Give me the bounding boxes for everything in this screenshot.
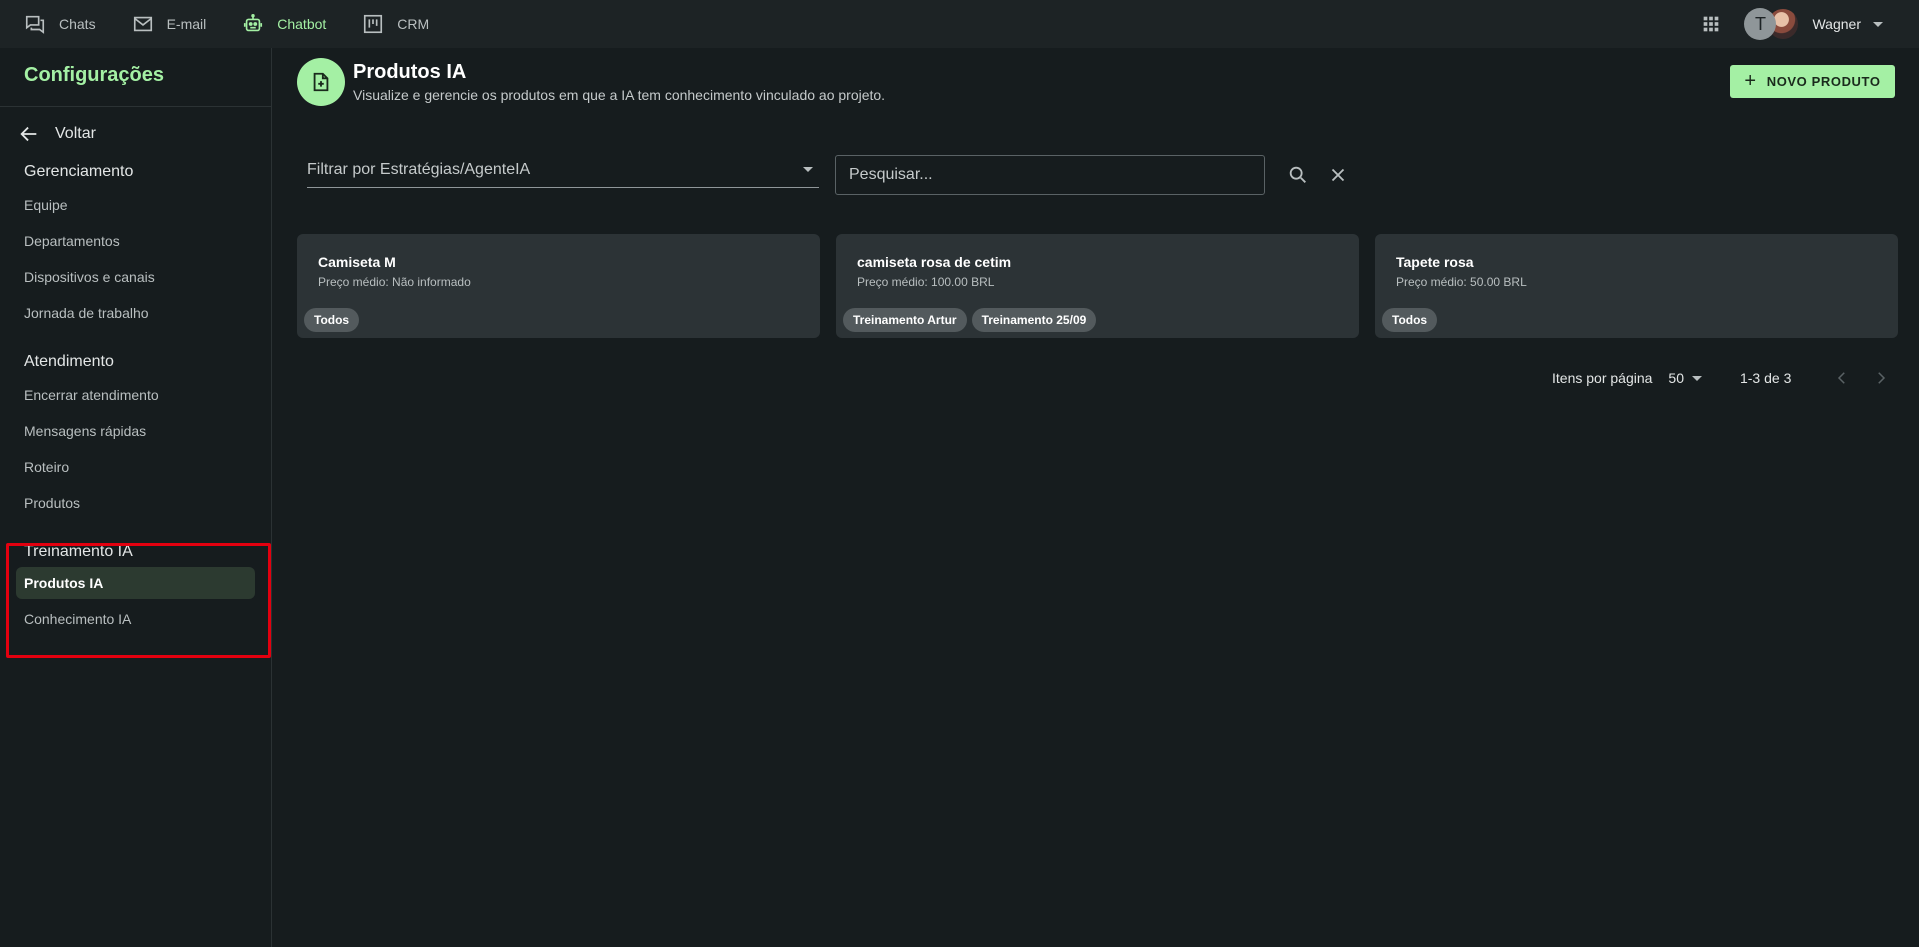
search-icon: [1289, 166, 1306, 183]
main-content: Produtos IA Visualize e gerencie os prod…: [272, 48, 1919, 947]
per-page-label: Itens por página: [1552, 370, 1653, 386]
sidebar-item-dispositivos[interactable]: Dispositivos e canais: [0, 259, 271, 295]
back-button[interactable]: Voltar: [0, 111, 271, 157]
section-gerenciamento: Gerenciamento: [24, 163, 134, 180]
product-name: camiseta rosa de cetim: [857, 254, 1012, 270]
product-tag: Treinamento 25/09: [971, 308, 1097, 332]
arrow-left-icon: [20, 126, 37, 142]
product-card[interactable]: Camiseta M Preço médio: Não informado To…: [297, 234, 820, 338]
product-name: Camiseta M: [318, 254, 396, 270]
product-name: Tapete rosa: [1396, 254, 1474, 270]
new-product-button[interactable]: + NOVO PRODUTO: [1730, 65, 1895, 98]
sidebar-item-mensagens[interactable]: Mensagens rápidas: [0, 413, 271, 449]
product-tag: Treinamento Artur: [843, 308, 967, 332]
section-atendimento: Atendimento: [24, 353, 114, 370]
avatar[interactable]: T: [1744, 8, 1800, 40]
previous-page-button[interactable]: [1830, 366, 1854, 390]
new-product-label: NOVO PRODUTO: [1766, 74, 1881, 89]
page-range: 1-3 de 3: [1739, 370, 1792, 386]
next-page-button[interactable]: [1869, 366, 1893, 390]
strategy-filter-select[interactable]: Filtrar por Estratégias/AgenteIA: [307, 152, 819, 188]
nav-chats-label: Chats: [59, 16, 96, 32]
sidebar-item-equipe[interactable]: Equipe: [0, 187, 271, 223]
per-page-select[interactable]: 50: [1668, 370, 1702, 386]
top-right: T Wagner: [1700, 0, 1919, 48]
search-button[interactable]: [1286, 163, 1310, 187]
page-subtitle: Visualize e gerencie os produtos em que …: [353, 87, 886, 103]
user-menu-chevron-down-icon[interactable]: [1873, 21, 1883, 27]
product-add-icon: [313, 72, 329, 92]
page-header: Produtos IA Visualize e gerencie os prod…: [297, 58, 885, 106]
back-label: Voltar: [55, 125, 96, 142]
user-name[interactable]: Wagner: [1812, 16, 1861, 32]
avatar-initial: T: [1744, 8, 1777, 40]
per-page-dropdown-icon: [1691, 375, 1702, 381]
close-icon: [1331, 168, 1345, 182]
sidebar-item-departamentos[interactable]: Departamentos: [0, 223, 271, 259]
nav-crm-label: CRM: [397, 16, 430, 32]
sidebar-title: Configurações: [24, 64, 165, 86]
nav-email[interactable]: E-mail: [132, 0, 207, 48]
sidebar-item-encerrar[interactable]: Encerrar atendimento: [0, 377, 271, 413]
sidebar: Configurações Voltar Gerenciamento Equip…: [0, 48, 272, 947]
header-text: Produtos IA Visualize e gerencie os prod…: [353, 59, 885, 105]
product-price: Preço médio: Não informado: [318, 275, 471, 289]
chevron-right-icon: [1878, 372, 1886, 384]
header-icon-circle: [297, 58, 345, 106]
nav-chatbot-label: Chatbot: [277, 16, 327, 32]
search-input[interactable]: [835, 155, 1265, 195]
clear-search-button[interactable]: [1326, 163, 1350, 187]
top-bar: Chats E-mail Chatbot CRM T Wagner: [0, 0, 1919, 48]
nav-chatbot[interactable]: Chatbot: [242, 0, 326, 48]
highlight-annotation-box: [6, 543, 271, 658]
nav-chats[interactable]: Chats: [24, 0, 96, 48]
product-tag: Todos: [1382, 308, 1438, 332]
product-card[interactable]: Tapete rosa Preço médio: 50.00 BRL Todos: [1375, 234, 1898, 338]
page-title: Produtos IA: [353, 61, 467, 83]
product-tag: Todos: [304, 308, 360, 332]
nav-email-label: E-mail: [166, 16, 207, 32]
sidebar-divider: [0, 106, 271, 107]
strategy-filter-label: Filtrar por Estratégias/AgenteIA: [307, 160, 531, 178]
product-cards: Camiseta M Preço médio: Não informado To…: [297, 234, 1898, 338]
sidebar-item-roteiro[interactable]: Roteiro: [0, 449, 271, 485]
sidebar-item-produtos[interactable]: Produtos: [0, 485, 271, 521]
plus-icon: +: [1744, 70, 1757, 92]
product-tags: Todos: [304, 308, 360, 332]
chevron-left-icon: [1838, 372, 1846, 384]
product-price: Preço médio: 50.00 BRL: [1396, 275, 1527, 289]
chat-icon: [25, 15, 45, 34]
product-card[interactable]: camiseta rosa de cetim Preço médio: 100.…: [836, 234, 1359, 338]
product-tags: Treinamento Artur Treinamento 25/09: [843, 308, 1097, 332]
mail-icon: [133, 16, 152, 32]
pagination: Itens por página 50 1-3 de 3: [1552, 366, 1893, 390]
product-tags: Todos: [1382, 308, 1438, 332]
apps-grid-icon[interactable]: [1700, 13, 1722, 35]
dropdown-arrow-icon: [803, 167, 813, 172]
kanban-icon: [364, 14, 383, 34]
robot-icon: [244, 14, 263, 32]
nav-crm[interactable]: CRM: [362, 0, 429, 48]
top-nav: Chats E-mail Chatbot CRM: [0, 0, 465, 48]
per-page-value: 50: [1668, 370, 1684, 386]
product-price: Preço médio: 100.00 BRL: [857, 275, 995, 289]
sidebar-item-jornada[interactable]: Jornada de trabalho: [0, 295, 271, 331]
